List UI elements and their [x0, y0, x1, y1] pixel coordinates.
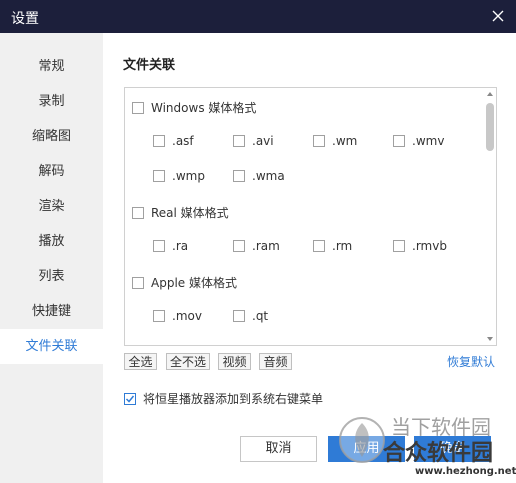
watermark-brand: 合众软件园 — [383, 441, 494, 466]
checkbox[interactable] — [233, 170, 245, 182]
format-item[interactable]: .asf — [153, 134, 194, 148]
group-label: Apple 媒体格式 — [151, 276, 237, 290]
checkbox[interactable] — [393, 135, 405, 147]
context-menu-label: 将恒星播放器添加到系统右键菜单 — [143, 392, 324, 406]
close-icon[interactable] — [490, 8, 506, 24]
format-label: .ra — [172, 239, 189, 253]
format-label: .asf — [172, 134, 194, 148]
format-label: .wmv — [412, 134, 445, 148]
checkbox[interactable] — [233, 135, 245, 147]
watermark: 当下软件园 合众软件园 www.hezhong.net — [331, 409, 516, 483]
format-label: .ram — [252, 239, 280, 253]
format-label: .mov — [172, 309, 202, 323]
scroll-down-arrow-icon[interactable] — [487, 337, 493, 341]
format-item[interactable]: .avi — [233, 134, 274, 148]
format-item[interactable]: .qt — [233, 309, 268, 323]
watermark-logo-icon — [339, 417, 385, 463]
format-label: .avi — [252, 134, 274, 148]
sidebar-item-thumbnail[interactable]: 缩略图 — [0, 119, 103, 154]
format-item[interactable]: .mov — [153, 309, 202, 323]
window-title: 设置 — [11, 11, 39, 27]
format-item[interactable]: .rm — [313, 239, 352, 253]
select-none-button[interactable]: 全不选 — [166, 353, 210, 370]
format-label: .rm — [332, 239, 353, 253]
checkbox[interactable] — [153, 135, 165, 147]
format-label: .wmp — [172, 169, 205, 183]
section-title: 文件关联 — [123, 58, 176, 73]
title-bar: 设置 — [0, 0, 516, 33]
checkbox-checked[interactable] — [124, 392, 136, 405]
format-item[interactable]: .wm — [313, 134, 357, 148]
checkbox[interactable] — [153, 310, 165, 322]
format-label: .wma — [252, 169, 285, 183]
group-label: Real 媒体格式 — [151, 206, 229, 220]
format-label: .wm — [332, 134, 358, 148]
checkbox[interactable] — [233, 240, 245, 252]
sidebar-item-decode[interactable]: 解码 — [0, 154, 103, 189]
format-item[interactable]: .rmvb — [393, 239, 447, 253]
checkbox[interactable] — [132, 101, 144, 114]
cancel-button[interactable]: 取消 — [240, 436, 317, 462]
scroll-up-arrow-icon[interactable] — [487, 92, 493, 96]
format-item[interactable]: .ram — [233, 239, 280, 253]
checkbox[interactable] — [153, 170, 165, 182]
sidebar-item-general[interactable]: 常规 — [0, 49, 103, 84]
context-menu-option[interactable]: 将恒星播放器添加到系统右键菜单 — [124, 390, 323, 407]
format-label: .qt — [252, 309, 269, 323]
format-item[interactable]: .ra — [153, 239, 188, 253]
sidebar-item-render[interactable]: 渲染 — [0, 189, 103, 224]
sidebar-item-playlist[interactable]: 列表 — [0, 259, 103, 294]
scroll-thumb[interactable] — [486, 103, 494, 151]
sidebar-item-record[interactable]: 录制 — [0, 84, 103, 119]
format-list[interactable]: Windows 媒体格式 .asf .avi .wm .wmv .wmp .wm… — [124, 87, 497, 346]
sidebar-item-hotkeys[interactable]: 快捷键 — [0, 294, 103, 329]
select-audio-button[interactable]: 音频 — [259, 353, 292, 370]
watermark-url: www.hezhong.net — [415, 466, 516, 477]
group-windows-media[interactable]: Windows 媒体格式 — [132, 99, 256, 116]
checkbox[interactable] — [132, 206, 144, 219]
checkbox[interactable] — [393, 240, 405, 252]
restore-default-link[interactable]: 恢复默认 — [447, 353, 495, 370]
group-label: Windows 媒体格式 — [151, 101, 257, 115]
sidebar-item-playback[interactable]: 播放 — [0, 224, 103, 259]
format-item[interactable]: .wmv — [393, 134, 444, 148]
checkbox[interactable] — [313, 240, 325, 252]
group-apple-media[interactable]: Apple 媒体格式 — [132, 274, 237, 291]
vertical-scrollbar[interactable] — [483, 88, 496, 345]
checkbox[interactable] — [233, 310, 245, 322]
format-label: .rmvb — [412, 239, 447, 253]
select-video-button[interactable]: 视频 — [218, 353, 251, 370]
format-item[interactable]: .wma — [233, 169, 285, 183]
format-item[interactable]: .wmp — [153, 169, 205, 183]
checkmark-icon — [125, 395, 135, 403]
checkbox[interactable] — [313, 135, 325, 147]
checkbox[interactable] — [153, 240, 165, 252]
sidebar-item-file-association[interactable]: 文件关联 — [0, 329, 103, 364]
group-real-media[interactable]: Real 媒体格式 — [132, 204, 229, 221]
settings-sidebar: 常规 录制 缩略图 解码 渲染 播放 列表 快捷键 文件关联 — [0, 33, 103, 483]
select-all-button[interactable]: 全选 — [124, 353, 157, 370]
checkbox[interactable] — [132, 276, 144, 289]
